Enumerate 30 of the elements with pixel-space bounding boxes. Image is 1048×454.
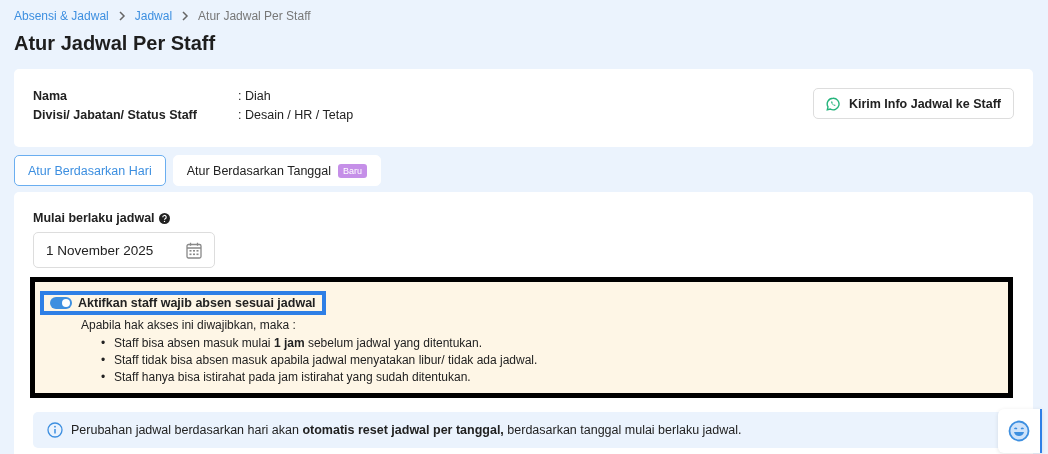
page-title: Atur Jadwal Per Staff	[14, 32, 217, 55]
toggle-switch[interactable]	[50, 297, 72, 309]
send-info-button[interactable]: Kirim Info Jadwal ke Staff	[812, 88, 1014, 119]
notice-text: Perubahan jadwal berdasarkan hari akan otomatis reset jadwal per tanggal, berdasarkan tanggal mulai berlaku jadwal.	[71, 423, 742, 437]
bullet: •	[101, 352, 107, 369]
field-label: Mulai berlaku jadwal	[33, 211, 155, 225]
chat-bubble-icon	[825, 96, 840, 111]
chevron-right-icon	[117, 11, 126, 21]
info-icon	[47, 422, 63, 438]
smiley-icon	[1008, 420, 1030, 442]
field-value: : Desain / HR / Tetap	[238, 108, 354, 122]
new-badge: Baru	[338, 163, 367, 178]
help-icon	[158, 212, 170, 224]
chevron-right-icon	[181, 11, 190, 21]
tab[interactable]: Atur Berdasarkan Tanggal Baru	[172, 155, 381, 186]
calendar-icon	[186, 241, 202, 259]
rules-intro: Apabila hak akses ini diwajibkan, maka :	[81, 318, 297, 332]
rule-text: Staff bisa absen masuk mulai 1 jam sebelum jadwal yang ditentukan.	[114, 335, 482, 352]
date-field[interactable]: 1 November 2025	[33, 232, 215, 268]
tab[interactable]: Atur Berdasarkan Hari	[14, 155, 166, 186]
bullet: •	[101, 369, 107, 386]
field-value: : Diah	[238, 89, 272, 103]
breadcrumb-current: Atur Jadwal Per Staff	[198, 9, 311, 23]
field-label: Divisi/ Jabatan/ Status Staff	[33, 108, 198, 122]
rule-text: Staff tidak bisa absen masuk apabila jadwal menyatakan libur/ tidak ada jadwal.	[114, 352, 538, 369]
toggle-label: Aktifkan staff wajib absen sesuai jadwal	[78, 296, 316, 310]
rule-text: Staff hanya bisa istirahat pada jam istirahat yang sudah ditentukan.	[114, 369, 471, 386]
bullet: •	[101, 335, 107, 352]
feedback-button[interactable]	[998, 409, 1042, 453]
field-label: Nama	[33, 89, 69, 103]
